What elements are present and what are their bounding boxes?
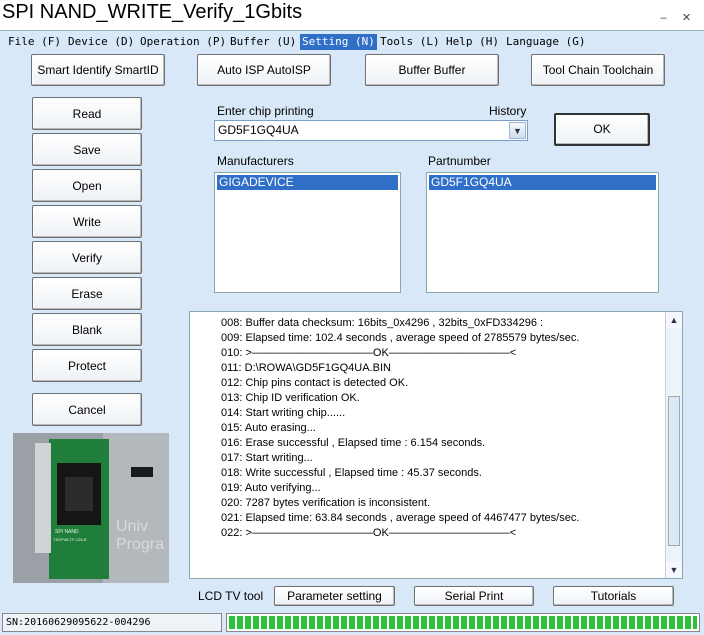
read-button[interactable]: Read (32, 97, 142, 130)
parameter-setting-button[interactable]: Parameter setting (274, 586, 395, 606)
serial-number: SN:20160629095622-004296 (2, 613, 222, 632)
cancel-button[interactable]: Cancel (32, 393, 142, 426)
log-line: 009: Elapsed time: 102.4 seconds , avera… (221, 332, 580, 344)
menu-bar: File (F) Device (D) Operation (P) Buffer… (0, 30, 704, 52)
close-icon[interactable]: ✕ (680, 12, 693, 24)
menu-file[interactable]: File (F) (6, 34, 63, 50)
menu-device[interactable]: Device (D) (66, 34, 136, 50)
tool-chain-button[interactable]: Tool Chain Toolchain (531, 54, 665, 86)
log-line: 010: >———————————OK———————————< (221, 347, 517, 359)
serial-print-button[interactable]: Serial Print (414, 586, 534, 606)
tutorials-button[interactable]: Tutorials (553, 586, 674, 606)
window-title: SPI NAND_WRITE_Verify_1Gbits (2, 1, 303, 23)
enter-chip-label: Enter chip printing (217, 104, 314, 118)
manufacturers-label: Manufacturers (217, 154, 294, 168)
menu-buffer[interactable]: Buffer (U) (228, 34, 298, 50)
log-textarea[interactable]: 008: Buffer data checksum: 16bits_0x4296… (189, 311, 683, 579)
menu-operation[interactable]: Operation (P) (138, 34, 228, 50)
chevron-down-icon[interactable]: ▼ (509, 122, 526, 139)
lcd-tv-tool-label: LCD TV tool (198, 589, 264, 603)
programmer-board-image: Univ Progra SPI NAND TSOP48-TF-128-B (13, 433, 169, 583)
log-line: 017: Start writing... (221, 452, 313, 464)
log-line: 011: D:\ROWA\GD5F1GQ4UA.BIN (221, 362, 391, 374)
menu-language[interactable]: Language (G) (504, 34, 587, 50)
log-line: 018: Write successful , Elapsed time : 4… (221, 467, 482, 479)
log-line: 022: >———————————OK———————————< (221, 527, 517, 539)
menu-setting[interactable]: Setting (N) (300, 34, 377, 50)
log-line: 012: Chip pins contact is detected OK. (221, 377, 409, 389)
log-line: 008: Buffer data checksum: 16bits_0x4296… (221, 317, 544, 329)
history-label: History (489, 104, 527, 118)
buffer-button[interactable]: Buffer Buffer (365, 54, 499, 86)
smart-identify-button[interactable]: Smart Identify SmartID (31, 54, 165, 86)
list-item[interactable]: GD5F1GQ4UA (429, 175, 656, 190)
partnumber-list[interactable]: GD5F1GQ4UA (426, 172, 659, 293)
erase-button[interactable]: Erase (32, 277, 142, 310)
scroll-thumb[interactable] (668, 396, 680, 546)
title-bar: SPI NAND_WRITE_Verify_1Gbits – ✕ (0, 0, 704, 28)
menu-tools[interactable]: Tools (L) (378, 34, 442, 50)
manufacturers-list[interactable]: GIGADEVICE (214, 172, 401, 293)
scroll-up-icon[interactable]: ▲ (666, 312, 682, 328)
write-button[interactable]: Write (32, 205, 142, 238)
menu-help[interactable]: Help (H) (444, 34, 501, 50)
progress-bar (226, 613, 700, 632)
log-line: 014: Start writing chip...... (221, 407, 346, 419)
board-text-2: TSOP48-TF-128-B (53, 537, 87, 542)
device-photo: Univ Progra SPI NAND TSOP48-TF-128-B (13, 433, 169, 583)
log-line: 015: Auto erasing... (221, 422, 316, 434)
ok-button[interactable]: OK (554, 113, 650, 146)
verify-button[interactable]: Verify (32, 241, 142, 274)
board-text-1: SPI NAND (55, 529, 79, 535)
status-bar: SN:20160629095622-004296 (0, 610, 704, 635)
open-button[interactable]: Open (32, 169, 142, 202)
bg-text-2: Progra (116, 536, 164, 553)
log-line: 019: Auto verifying... (221, 482, 321, 494)
progress-fill (229, 616, 697, 629)
auto-isp-button[interactable]: Auto ISP AutoISP (197, 54, 331, 86)
minimize-icon[interactable]: – (657, 12, 670, 24)
bg-text-1: Univ (116, 518, 148, 535)
chip-printing-combo[interactable]: GD5F1GQ4UA ▼ (214, 120, 528, 141)
list-item[interactable]: GIGADEVICE (217, 175, 398, 190)
log-line: 016: Erase successful , Elapsed time : 6… (221, 437, 486, 449)
log-line: 020: 7287 bytes verification is inconsis… (221, 497, 431, 509)
partnumber-label: Partnumber (428, 154, 491, 168)
protect-button[interactable]: Protect (32, 349, 142, 382)
log-line: 021: Elapsed time: 63.84 seconds , avera… (221, 512, 580, 524)
scroll-down-icon[interactable]: ▼ (666, 562, 682, 578)
log-line: 013: Chip ID verification OK. (221, 392, 360, 404)
log-scrollbar[interactable]: ▲ ▼ (665, 312, 682, 578)
chip-printing-value: GD5F1GQ4UA (218, 123, 299, 137)
blank-button[interactable]: Blank (32, 313, 142, 346)
save-button[interactable]: Save (32, 133, 142, 166)
